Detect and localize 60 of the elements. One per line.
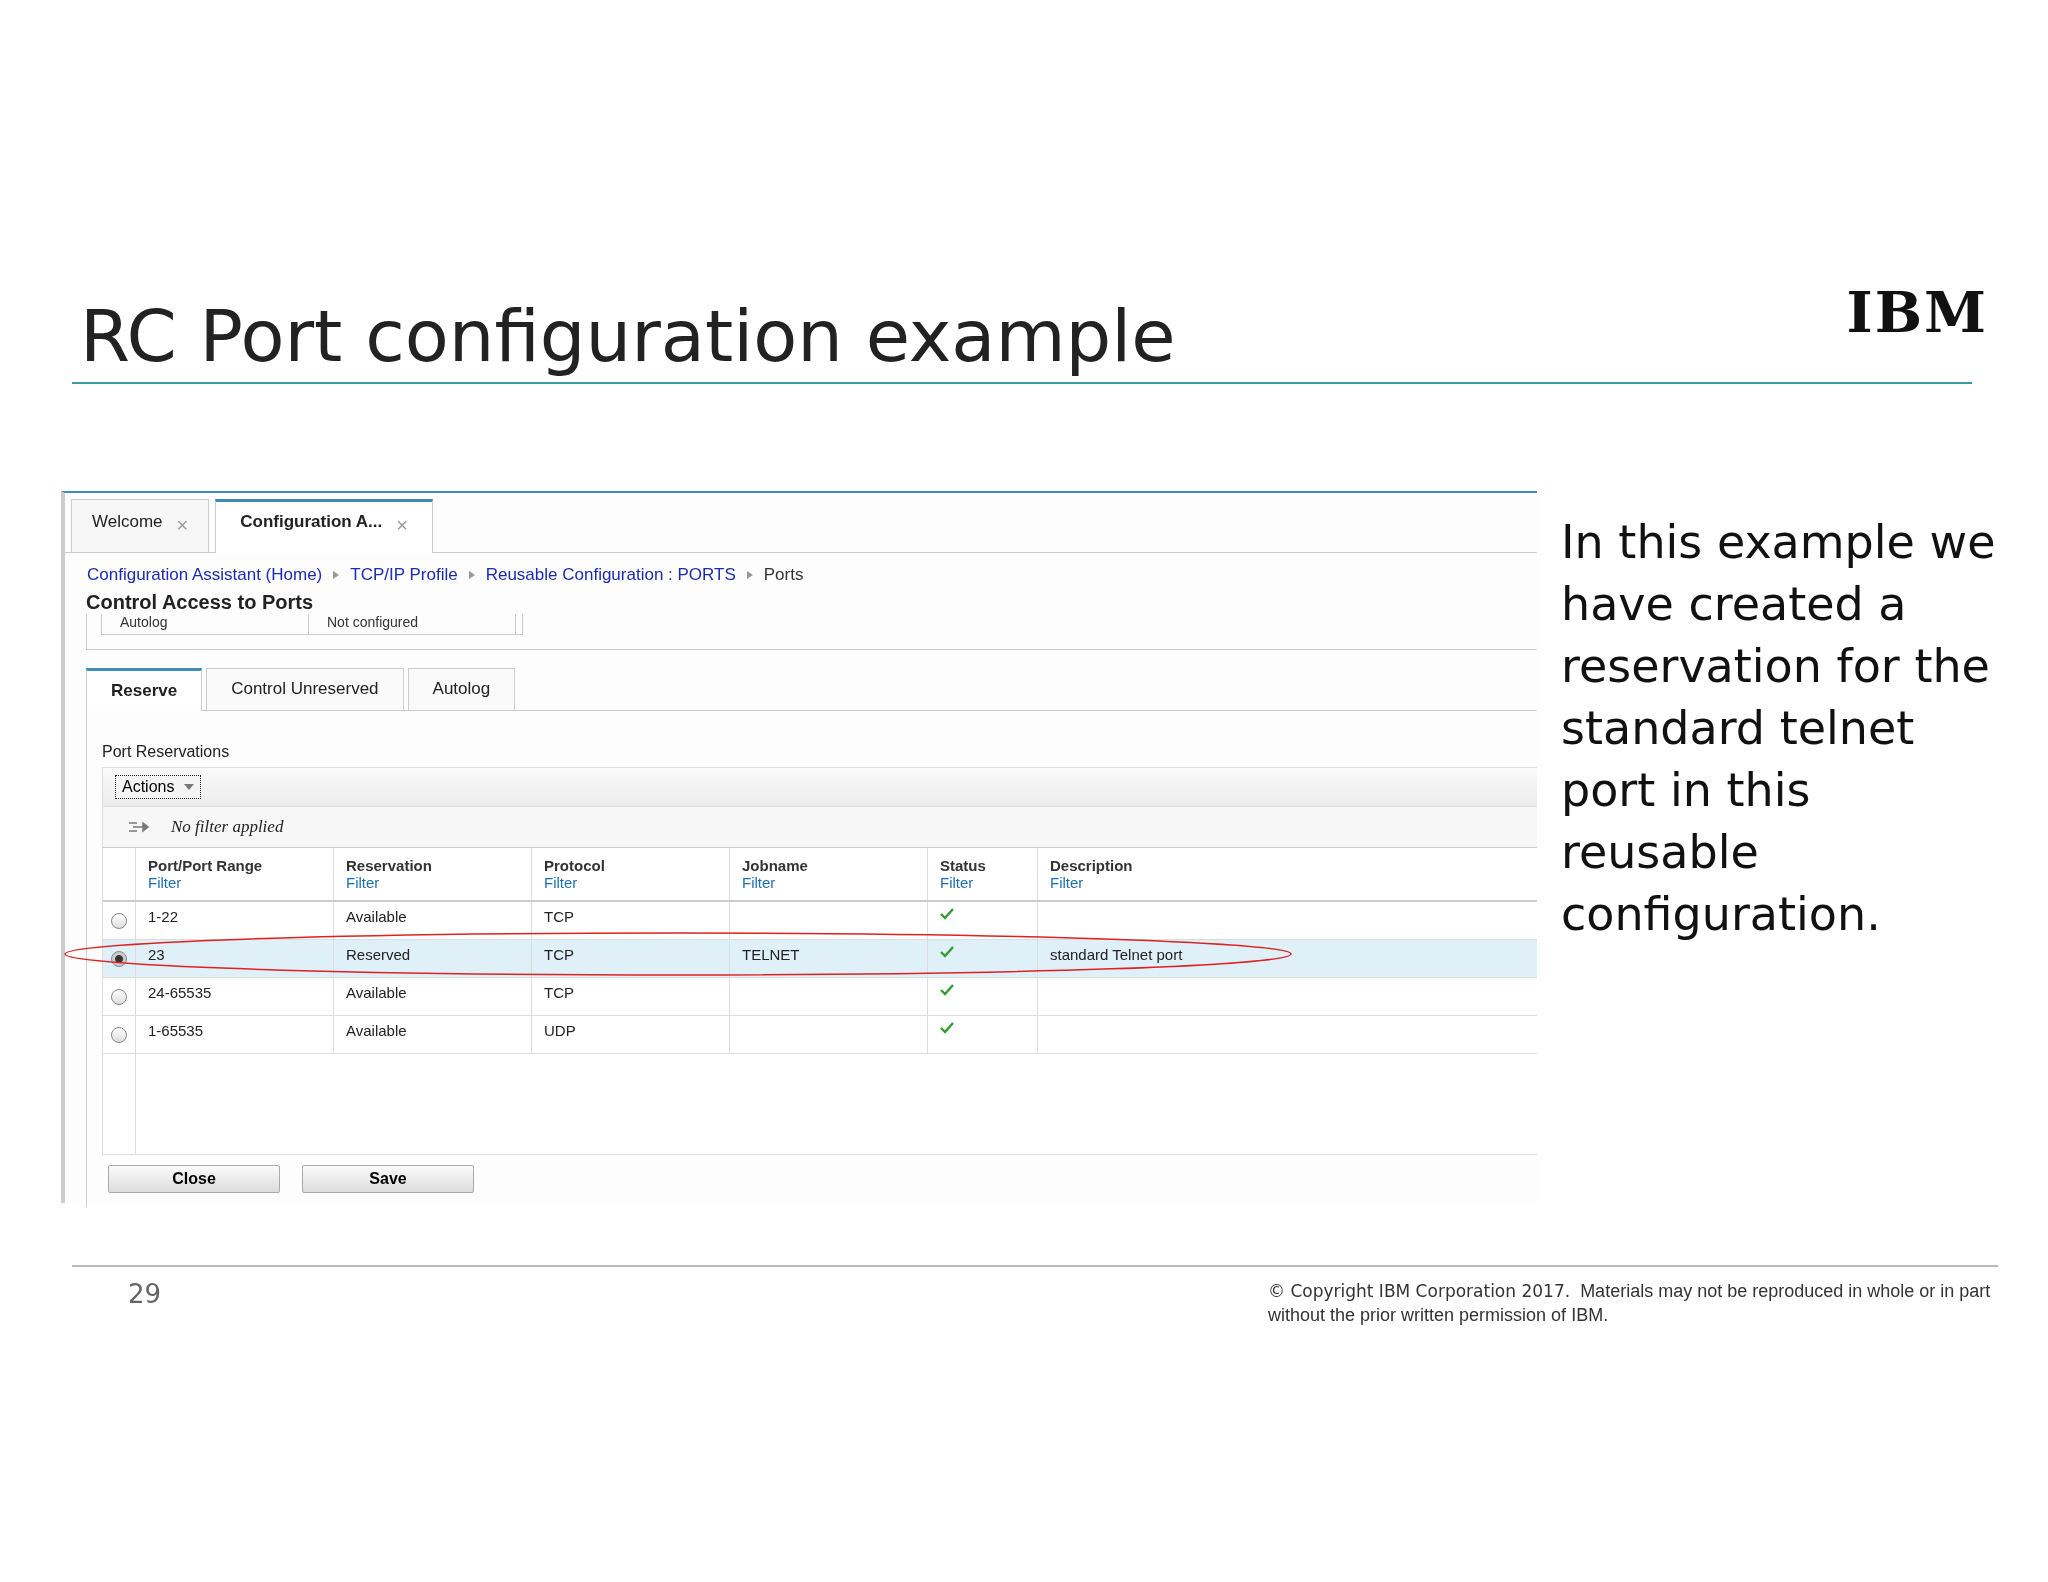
caret-icon [184, 784, 195, 790]
table-cell-text: 1-22 [148, 908, 180, 925]
breadcrumb-link[interactable]: TCP/IP Profile [350, 565, 458, 585]
section-label: Port Reservations [102, 742, 231, 762]
filter-status: No filter applied [171, 817, 284, 837]
chevron-icon [745, 570, 754, 580]
table-row[interactable]: 1-65535 Available UDP [103, 1016, 1537, 1054]
explanation-text: In this example we have created a reservation for the standard telnet port in this reusable configuration. [1561, 514, 1997, 943]
table-cell-text: Available [346, 984, 408, 1001]
table-row[interactable]: 1-22 Available TCP [103, 902, 1537, 940]
breadcrumb-link[interactable]: Configuration Assistant (Home) [87, 565, 323, 585]
table-cell-text: Available [346, 908, 408, 925]
radio-button[interactable] [111, 988, 127, 1005]
filter-link[interactable]: Filter [940, 874, 1025, 891]
table-cell-text: TCP [544, 984, 575, 1001]
filter-link[interactable]: Filter [346, 874, 519, 891]
logo: IBM [1846, 284, 1988, 340]
radio-button[interactable] [111, 1026, 127, 1043]
table-cell-text: 1-65535 [148, 1022, 205, 1039]
table-cell-text: standard Telnet port [1050, 946, 1184, 963]
filter-link[interactable]: Filter [1050, 874, 1525, 891]
table-cell-text: TCP [544, 946, 575, 963]
column-header[interactable]: Protocol [544, 857, 717, 874]
filter-link[interactable]: Filter [544, 874, 717, 891]
editor-tab[interactable]: Configuration A... × [215, 499, 433, 553]
table-cell-text: TELNET [742, 946, 801, 963]
filter-link[interactable]: Filter [742, 874, 915, 891]
section-tab[interactable]: Reserve [86, 668, 203, 711]
page-heading: Control Access to Ports [85, 590, 315, 614]
actions-dropdown[interactable]: Actions [115, 775, 202, 799]
table-cell-text: 23 [148, 946, 166, 963]
table-cell-text: 24-65535 [148, 984, 213, 1001]
column-header[interactable]: Jobname [742, 857, 915, 874]
editor-tab[interactable]: Welcome × [71, 499, 210, 552]
copyright-notice: © Copyright IBM Corporation 2017. Materials may not be reproduced in whole or in part without the prior written permission of IBM. [1268, 1280, 1992, 1327]
table-cell-text: Available [346, 1022, 408, 1039]
chevron-icon [332, 570, 341, 580]
chevron-icon [467, 570, 476, 580]
table-cell-text: Reserved [346, 946, 412, 963]
summary-cell: Not configured [309, 614, 516, 634]
section-tab[interactable]: Control Unreserved [206, 668, 404, 710]
filter-link[interactable]: Filter [148, 874, 321, 891]
dialog-button[interactable]: Close [108, 1165, 280, 1193]
radio-button[interactable] [111, 912, 127, 929]
section-tab[interactable]: Autolog [407, 668, 516, 710]
table-row[interactable]: 23 Reserved TCP TELNET standard Telnet port [103, 940, 1537, 978]
column-header[interactable]: Port/Port Range [148, 857, 321, 874]
column-header[interactable]: Reservation [346, 857, 519, 874]
table-cell-text: UDP [544, 1022, 577, 1039]
table-cell-text: TCP [544, 908, 575, 925]
dialog-button[interactable]: Save [302, 1165, 474, 1193]
column-header[interactable]: Description [1050, 857, 1525, 874]
slide-title: RC Port configuration example [80, 300, 1176, 380]
page-number: 29 [128, 1279, 162, 1311]
breadcrumb-link[interactable]: Reusable Configuration : PORTS [485, 565, 736, 585]
breadcrumb-current: Ports [763, 565, 804, 585]
column-header[interactable]: Status [940, 857, 1025, 874]
summary-cell: Autolog [102, 614, 309, 634]
table-row[interactable]: 24-65535 Available TCP [103, 978, 1537, 1016]
filter-arrows-icon [127, 819, 149, 835]
